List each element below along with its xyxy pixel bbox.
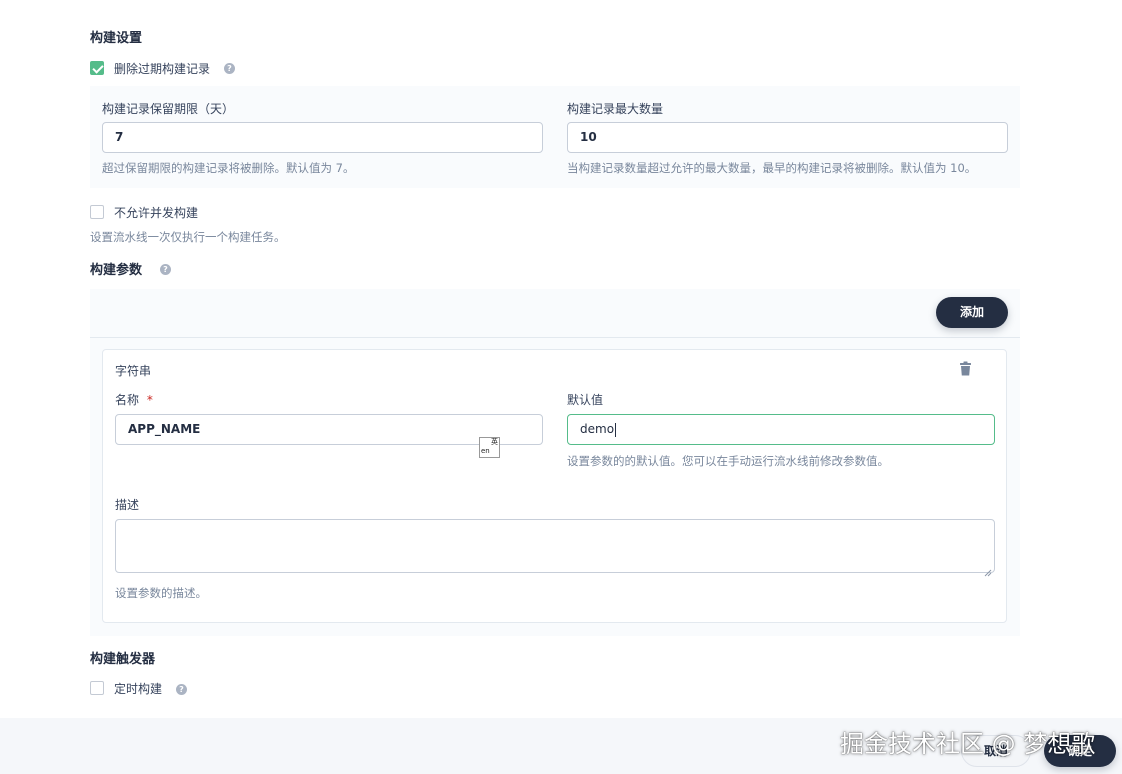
- help-icon[interactable]: ?: [224, 63, 235, 74]
- watermark: 掘金技术社区 @ 梦想歌: [840, 730, 1096, 758]
- discard-old-checkbox[interactable]: [90, 61, 104, 75]
- param-desc-hint: 设置参数的描述。: [115, 586, 207, 600]
- help-icon[interactable]: ?: [176, 684, 187, 695]
- days-to-keep-input[interactable]: 7: [102, 122, 543, 153]
- param-type-label: 字符串: [115, 364, 152, 378]
- build-params-title: 构建参数: [90, 263, 143, 278]
- param-default-desc: 设置参数的的默认值。您可以在手动运行流水线前修改参数值。: [567, 454, 889, 468]
- param-default-input[interactable]: demo: [567, 414, 995, 445]
- build-triggers-title: 构建触发器: [90, 652, 156, 667]
- param-card: [102, 349, 1007, 623]
- no-concurrent-desc: 设置流水线一次仅执行一个构建任务。: [90, 230, 286, 244]
- no-concurrent-label: 不允许并发构建: [114, 206, 199, 220]
- param-name-label-text: 名称: [115, 393, 140, 407]
- days-to-keep-label: 构建记录保留期限（天）: [102, 102, 235, 116]
- add-param-button[interactable]: 添加: [936, 297, 1008, 328]
- resize-handle-icon[interactable]: [984, 562, 992, 577]
- discard-old-label: 删除过期构建记录: [114, 62, 211, 76]
- ime-indicator-top: 英: [491, 438, 498, 446]
- trash-icon[interactable]: [959, 361, 972, 380]
- days-to-keep-desc: 超过保留期限的构建记录将被删除。默认值为 7。: [102, 161, 355, 175]
- param-desc-label: 描述: [115, 498, 140, 512]
- ime-indicator-icon: 英 en: [479, 437, 500, 458]
- divider: [90, 337, 1020, 338]
- num-to-keep-input[interactable]: 10: [567, 122, 1008, 153]
- no-concurrent-checkbox[interactable]: [90, 205, 104, 219]
- param-default-value: demo: [580, 422, 615, 436]
- num-to-keep-label: 构建记录最大数量: [567, 102, 664, 116]
- param-desc-textarea[interactable]: [115, 519, 995, 573]
- param-name-label: 名称 *: [115, 391, 153, 408]
- ime-indicator-bottom: en: [481, 447, 490, 455]
- build-settings-title: 构建设置: [90, 31, 143, 46]
- help-icon[interactable]: ?: [160, 264, 171, 275]
- timer-checkbox[interactable]: [90, 681, 104, 695]
- num-to-keep-desc: 当构建记录数量超过允许的最大数量，最早的构建记录将被删除。默认值为 10。: [567, 161, 977, 175]
- required-mark: *: [146, 393, 153, 407]
- param-default-label: 默认值: [567, 393, 604, 407]
- text-caret: [615, 422, 617, 437]
- timer-label: 定时构建: [114, 682, 163, 696]
